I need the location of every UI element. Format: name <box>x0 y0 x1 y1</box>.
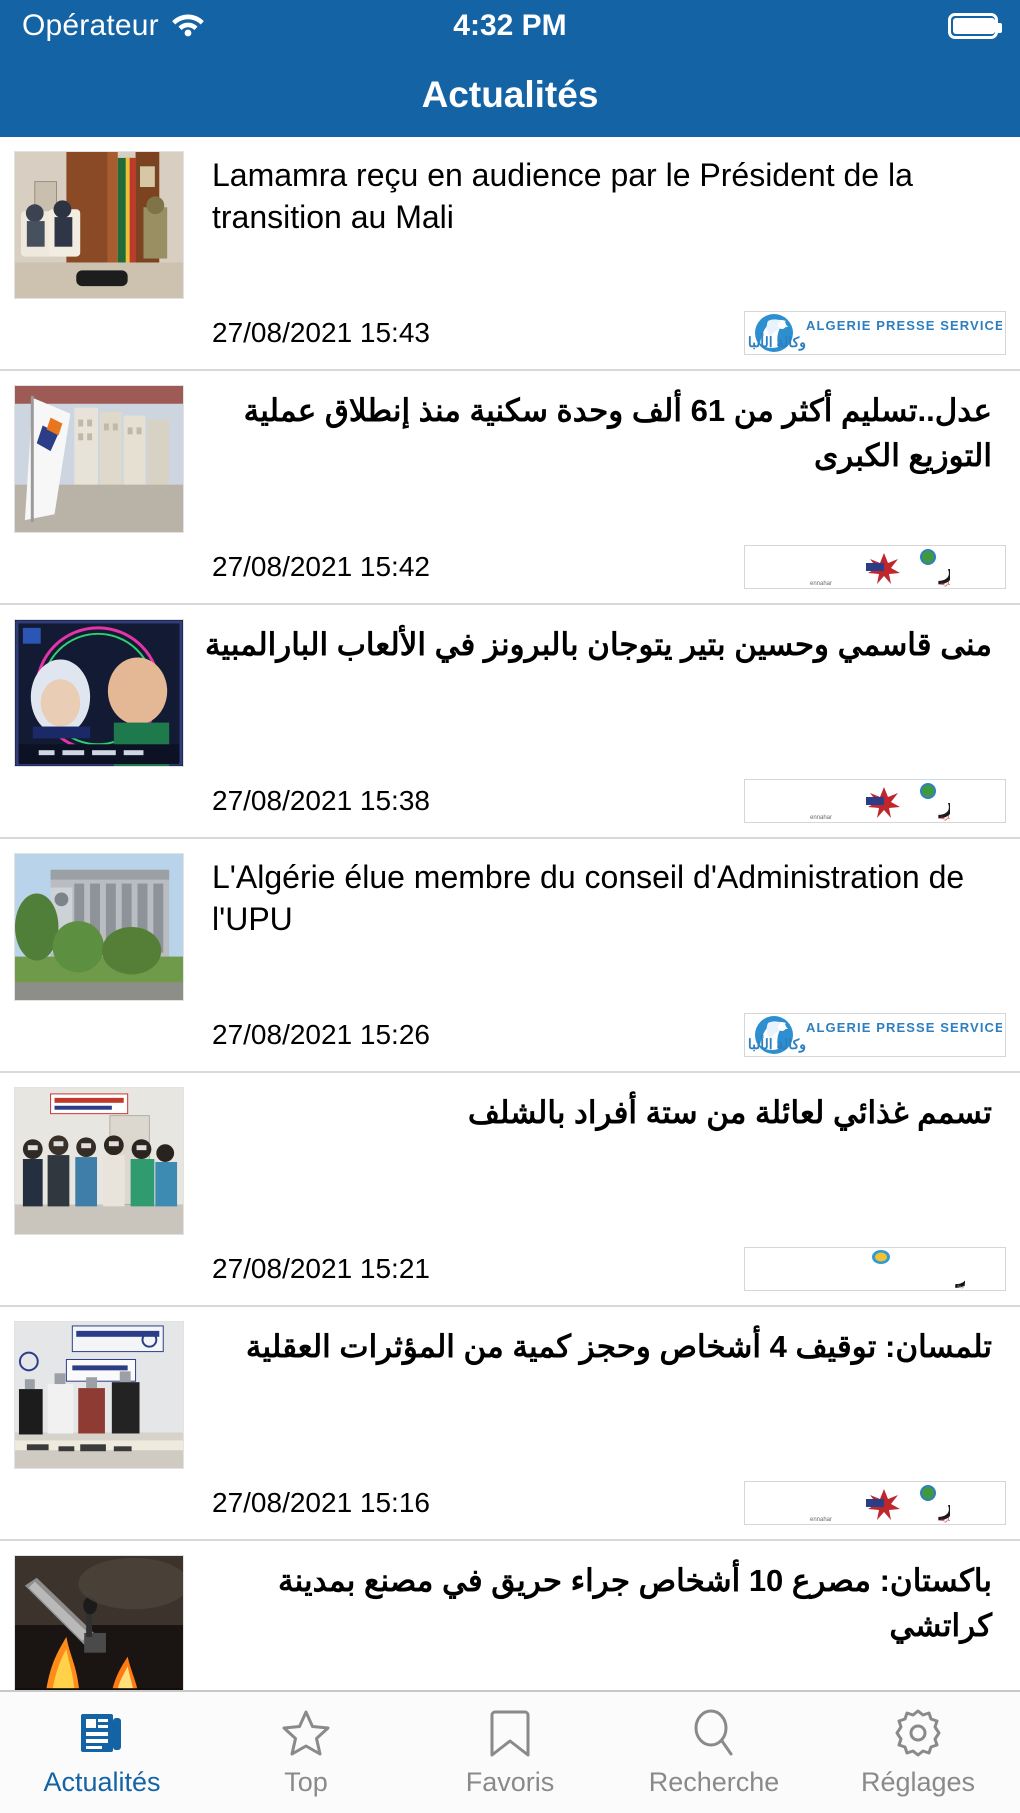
svg-text:الجديد يومية إخبارية: الجديد يومية إخبارية <box>940 580 950 587</box>
svg-text:ennahar: ennahar <box>810 815 832 821</box>
news-item-top: منى قاسمي وحسين بتير يتوجان بالبرونز في … <box>14 619 1006 767</box>
news-source-logo: الخبر يومية وطنية إخبارية <box>744 1247 1006 1291</box>
status-bar-left: Opérateur <box>22 9 205 43</box>
battery-icon <box>948 13 1002 39</box>
news-source-logo: ALGERIE PRESSE SERVICE وكالة الأنباء الج… <box>744 311 1006 355</box>
news-item-meta: 27/08/2021 15:26 ALGERIE PRESSE SERVICE … <box>14 1009 1006 1061</box>
news-thumbnail <box>14 1087 184 1235</box>
news-date: 27/08/2021 15:38 <box>212 785 430 816</box>
news-headline: Lamamra reçu en audience par le Présiden… <box>212 157 913 235</box>
news-item-meta: 27/08/2021 15:42 النهار الجديد يومية إخب… <box>14 541 1006 593</box>
news-source-logo: النهار الجديد يومية إخبارية ennahar <box>744 779 1006 823</box>
tab-top[interactable]: Top <box>204 1692 408 1813</box>
svg-text:الجديد يومية إخبارية: الجديد يومية إخبارية <box>940 1516 950 1523</box>
news-thumbnail <box>14 151 184 299</box>
tab-rglages[interactable]: Réglages <box>816 1692 1020 1813</box>
news-item-top: تلمسان: توقيف 4 أشخاص وحجز كمية من المؤث… <box>14 1321 1006 1469</box>
svg-text:ALGERIE PRESSE SERVICE: ALGERIE PRESSE SERVICE <box>806 318 1002 333</box>
news-item[interactable]: منى قاسمي وحسين بتير يتوجان بالبرونز في … <box>0 605 1020 839</box>
wifi-icon <box>171 11 205 42</box>
star-icon <box>280 1707 332 1759</box>
svg-text:وكالة الأنباء الجزائرية: وكالة الأنباء الجزائرية <box>748 332 806 351</box>
tab-recherche[interactable]: Recherche <box>612 1692 816 1813</box>
news-app-screen: Opérateur 4:32 PM Actualités Lamamra reç… <box>0 0 1020 1813</box>
news-list[interactable]: Lamamra reçu en audience par le Présiden… <box>0 137 1020 1690</box>
news-item-top: عدل..تسليم أكثر من 61 ألف وحدة سكنية منذ… <box>14 385 1006 533</box>
status-bar-right <box>948 13 1002 39</box>
news-item[interactable]: L'Algérie élue membre du conseil d'Admin… <box>0 839 1020 1073</box>
carrier-label: Opérateur <box>22 9 159 42</box>
news-date: 27/08/2021 15:43 <box>212 317 430 348</box>
news-item-top: تسمم غذائي لعائلة من ستة أفراد بالشلف <box>14 1087 1006 1235</box>
bookmark-icon <box>487 1707 533 1759</box>
svg-text:الجديد يومية إخبارية: الجديد يومية إخبارية <box>940 814 950 821</box>
news-date: 27/08/2021 15:21 <box>212 1253 430 1284</box>
status-bar: Opérateur 4:32 PM <box>0 0 1020 52</box>
news-thumbnail <box>14 1555 184 1690</box>
news-thumbnail <box>14 853 184 1001</box>
news-headline: L'Algérie élue membre du conseil d'Admin… <box>212 859 965 937</box>
tab-favoris[interactable]: Favoris <box>408 1692 612 1813</box>
tab-actualits[interactable]: Actualités <box>0 1692 204 1813</box>
news-item-meta: 27/08/2021 15:43 ALGERIE PRESSE SERVICE … <box>14 307 1006 359</box>
page-title: Actualités <box>421 73 599 115</box>
news-date: 27/08/2021 15:26 <box>212 1019 430 1050</box>
svg-text:ALGERIE PRESSE SERVICE: ALGERIE PRESSE SERVICE <box>806 1020 1002 1035</box>
news-icon <box>77 1707 127 1759</box>
news-item[interactable]: عدل..تسليم أكثر من 61 ألف وحدة سكنية منذ… <box>0 371 1020 605</box>
news-item[interactable]: باكستان: مصرع 10 أشخاص جراء حريق في مصنع… <box>0 1541 1020 1690</box>
news-item-meta: 27/08/2021 15:38 النهار الجديد يومية إخب… <box>14 775 1006 827</box>
search-icon <box>689 1707 739 1759</box>
news-date: 27/08/2021 15:42 <box>212 551 430 582</box>
news-headline: تسمم غذائي لعائلة من ستة أفراد بالشلف <box>467 1095 992 1130</box>
tab-label: Recherche <box>648 1767 780 1797</box>
news-item-meta: 27/08/2021 15:16 النهار الجديد يومية إخب… <box>14 1477 1006 1529</box>
news-thumbnail <box>14 1321 184 1469</box>
news-headline: باكستان: مصرع 10 أشخاص جراء حريق في مصنع… <box>277 1563 992 1643</box>
news-thumbnail <box>14 619 184 767</box>
news-item-top: L'Algérie élue membre du conseil d'Admin… <box>14 853 1006 1001</box>
news-source-logo: النهار الجديد يومية إخبارية ennahar <box>744 545 1006 589</box>
news-headline: منى قاسمي وحسين بتير يتوجان بالبرونز في … <box>204 627 992 662</box>
news-thumbnail <box>14 385 184 533</box>
news-item-top: باكستان: مصرع 10 أشخاص جراء حريق في مصنع… <box>14 1555 1006 1690</box>
nav-bar: Actualités <box>0 52 1020 137</box>
tab-label: Favoris <box>465 1767 555 1797</box>
svg-text:ennahar: ennahar <box>810 581 832 587</box>
news-date: 27/08/2021 15:16 <box>212 1487 430 1518</box>
tab-bar: Actualités Top Favoris Recherche Réglage… <box>0 1690 1020 1813</box>
tab-label: Top <box>284 1767 328 1797</box>
gear-icon <box>892 1707 944 1759</box>
news-item[interactable]: Lamamra reçu en audience par le Présiden… <box>0 137 1020 371</box>
news-source-logo: النهار الجديد يومية إخبارية ennahar <box>744 1481 1006 1525</box>
news-headline: عدل..تسليم أكثر من 61 ألف وحدة سكنية منذ… <box>243 393 992 473</box>
svg-text:وكالة الأنباء الجزائرية: وكالة الأنباء الجزائرية <box>748 1034 806 1053</box>
news-item-meta: 27/08/2021 15:21 الخبر يومية وطنية إخبار… <box>14 1243 1006 1295</box>
news-item[interactable]: تلمسان: توقيف 4 أشخاص وحجز كمية من المؤث… <box>0 1307 1020 1541</box>
news-headline: تلمسان: توقيف 4 أشخاص وحجز كمية من المؤث… <box>245 1329 992 1364</box>
news-item-top: Lamamra reçu en audience par le Présiden… <box>14 151 1006 299</box>
tab-label: Actualités <box>43 1767 161 1797</box>
svg-text:يومية وطنية إخبارية: يومية وطنية إخبارية <box>957 1282 965 1289</box>
news-item[interactable]: تسمم غذائي لعائلة من ستة أفراد بالشلف 27/… <box>0 1073 1020 1307</box>
news-source-logo: ALGERIE PRESSE SERVICE وكالة الأنباء الج… <box>744 1013 1006 1057</box>
svg-text:ennahar: ennahar <box>810 1517 832 1523</box>
tab-label: Réglages <box>860 1767 976 1797</box>
